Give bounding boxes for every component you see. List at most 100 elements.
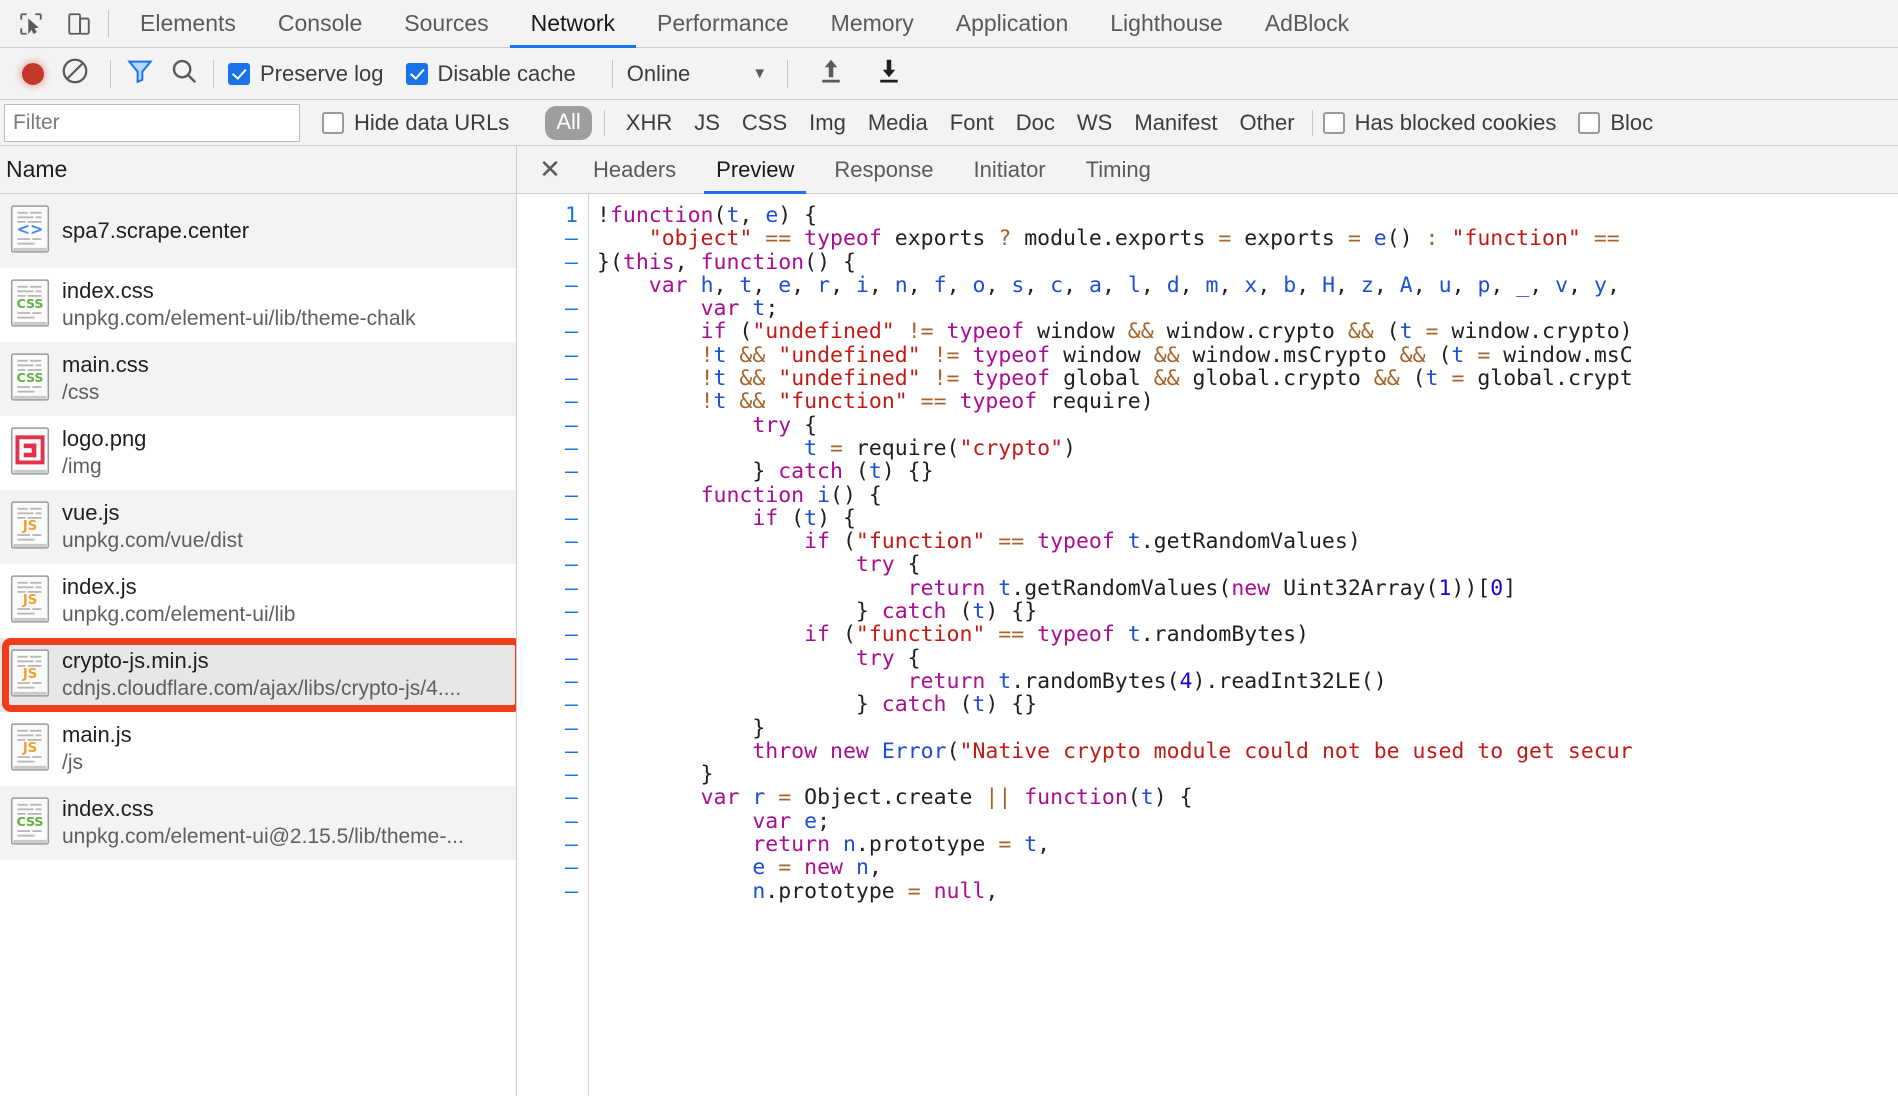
tab-timing[interactable]: Timing bbox=[1066, 146, 1171, 193]
table-row[interactable]: JS main.js/js bbox=[0, 712, 516, 786]
filter-input[interactable] bbox=[4, 103, 300, 142]
filter-type-font[interactable]: Font bbox=[939, 110, 1005, 136]
toolbar-divider bbox=[611, 59, 613, 88]
code-line: try { bbox=[752, 412, 818, 438]
js-file-icon: JS bbox=[10, 500, 50, 554]
code-line: !t && "undefined" != typeof global && gl… bbox=[700, 366, 1633, 392]
tab-memory[interactable]: Memory bbox=[810, 0, 935, 47]
tab-network[interactable]: Network bbox=[509, 0, 637, 48]
tab-application[interactable]: Application bbox=[935, 0, 1090, 47]
request-name: crypto-js.min.js bbox=[62, 648, 209, 673]
line-number: – bbox=[565, 319, 578, 345]
close-icon[interactable]: ✕ bbox=[527, 146, 573, 193]
blocked-requests-label: Bloc bbox=[1610, 109, 1654, 135]
device-toolbar-icon[interactable] bbox=[62, 7, 96, 41]
table-row[interactable]: CSS index.css unpkg.com/element-ui@2.15.5/… bbox=[0, 786, 516, 860]
line-number: – bbox=[565, 272, 578, 298]
request-path: cdnjs.cloudflare.com/ajax/libs/crypto-js… bbox=[62, 677, 462, 700]
request-list-header: Name bbox=[0, 146, 516, 194]
code-line: var r = Object.create || function(t) { bbox=[700, 785, 1193, 811]
filter-type-img[interactable]: Img bbox=[798, 110, 857, 136]
svg-text:JS: JS bbox=[22, 741, 37, 756]
inspect-element-icon[interactable] bbox=[14, 7, 48, 41]
request-text: main.js/js bbox=[62, 721, 132, 777]
checkbox-box bbox=[322, 111, 344, 134]
table-row[interactable]: logo.png/img bbox=[0, 416, 516, 490]
filter-type-xhr[interactable]: XHR bbox=[615, 110, 683, 136]
line-number: – bbox=[565, 389, 578, 415]
svg-text:JS: JS bbox=[22, 667, 37, 682]
checkbox-box bbox=[1578, 111, 1601, 134]
filter-type-other[interactable]: Other bbox=[1229, 110, 1306, 136]
hide-data-urls-checkbox[interactable]: Hide data URLs bbox=[322, 110, 509, 136]
code-line: return t.randomBytes(4).readInt32LE() bbox=[907, 668, 1387, 694]
search-icon[interactable] bbox=[169, 56, 199, 91]
request-text: spa7.scrape.center bbox=[62, 217, 249, 245]
line-number: 1 bbox=[565, 203, 578, 228]
svg-text:CSS: CSS bbox=[17, 814, 44, 829]
line-number: – bbox=[565, 552, 578, 578]
request-text: crypto-js.min.js cdnjs.cloudflare.com/aja… bbox=[62, 647, 461, 703]
tab-preview[interactable]: Preview bbox=[696, 146, 814, 194]
filter-type-manifest[interactable]: Manifest bbox=[1123, 110, 1228, 136]
tab-initiator[interactable]: Initiator bbox=[953, 146, 1065, 193]
filter-toggle-icon[interactable] bbox=[125, 56, 155, 91]
line-number: – bbox=[565, 482, 578, 508]
code-line: try { bbox=[855, 645, 921, 671]
table-row[interactable]: CSS index.css unpkg.com/element-ui/lib/the… bbox=[0, 268, 516, 342]
svg-text:JS: JS bbox=[22, 593, 37, 608]
svg-text:CSS: CSS bbox=[17, 296, 44, 311]
filter-divider bbox=[603, 109, 605, 136]
filter-type-css[interactable]: CSS bbox=[731, 110, 798, 136]
disable-cache-checkbox[interactable]: Disable cache bbox=[405, 61, 576, 87]
checkbox-box bbox=[1322, 111, 1345, 134]
code-line: !t && "undefined" != typeof window && wi… bbox=[700, 342, 1633, 368]
export-har-icon[interactable] bbox=[874, 56, 904, 91]
clear-button[interactable] bbox=[60, 56, 90, 91]
blocked-requests-checkbox[interactable]: Bloc bbox=[1578, 110, 1653, 136]
line-number: – bbox=[565, 599, 578, 625]
filter-type-ws[interactable]: WS bbox=[1066, 110, 1123, 136]
svg-text:JS: JS bbox=[22, 519, 37, 534]
line-number: – bbox=[565, 342, 578, 368]
line-number: – bbox=[565, 738, 578, 764]
table-row[interactable]: <> spa7.scrape.center bbox=[0, 194, 516, 268]
tab-adblock[interactable]: AdBlock bbox=[1244, 0, 1370, 47]
line-number: – bbox=[565, 622, 578, 648]
code-line: } bbox=[597, 715, 766, 741]
tab-sources[interactable]: Sources bbox=[383, 0, 509, 47]
filter-type-js[interactable]: JS bbox=[683, 110, 731, 136]
code-preview[interactable]: 1– – – – – – – – – – – – – – – – – – – – – – – – – – – – – !function… bbox=[517, 194, 1898, 1096]
line-number-gutter: 1– – – – – – – – – – – – – – – – – – – – – – – – – – – – – bbox=[517, 194, 589, 1096]
request-text: index.css unpkg.com/element-ui@2.15.5/lib… bbox=[62, 795, 464, 851]
tab-lighthouse[interactable]: Lighthouse bbox=[1089, 0, 1244, 47]
request-name: main.js bbox=[62, 722, 132, 747]
tab-response[interactable]: Response bbox=[814, 146, 953, 193]
code-line: "object" == typeof exports ? module.expo… bbox=[648, 226, 1620, 252]
request-name: index.css bbox=[62, 278, 154, 303]
table-row[interactable]: JS vue.js unpkg.com/vue/dist bbox=[0, 490, 516, 564]
import-har-icon[interactable] bbox=[816, 56, 846, 91]
preserve-log-checkbox[interactable]: Preserve log bbox=[228, 61, 384, 87]
table-row[interactable]: CSS main.css/css bbox=[0, 342, 516, 416]
tab-elements[interactable]: Elements bbox=[119, 0, 257, 47]
code-line: } catch (t) {} bbox=[597, 459, 934, 485]
has-blocked-cookies-checkbox[interactable]: Has blocked cookies bbox=[1322, 109, 1557, 136]
tab-performance[interactable]: Performance bbox=[636, 0, 810, 47]
has-blocked-cookies-label: Has blocked cookies bbox=[1354, 109, 1557, 135]
tab-console[interactable]: Console bbox=[257, 0, 383, 47]
line-number: – bbox=[565, 832, 578, 858]
filter-type-all[interactable]: All bbox=[545, 105, 592, 140]
filter-type-doc[interactable]: Doc bbox=[1005, 110, 1066, 136]
line-number: – bbox=[565, 855, 578, 881]
code-line: if (t) { bbox=[752, 505, 856, 531]
table-row[interactable]: JS crypto-js.min.js cdnjs.cloudflare.com/a… bbox=[0, 638, 516, 712]
js-file-icon: JS bbox=[10, 722, 50, 776]
throttling-select[interactable]: Online ▼ bbox=[627, 61, 773, 87]
request-list-pane: Name <> spa7.scrape.center CSS index.css un… bbox=[0, 146, 517, 1096]
tab-headers[interactable]: Headers bbox=[573, 146, 696, 193]
record-button[interactable] bbox=[22, 62, 44, 85]
filter-type-media[interactable]: Media bbox=[857, 110, 939, 136]
table-row[interactable]: JS index.js unpkg.com/element-ui/lib bbox=[0, 564, 516, 638]
line-number: – bbox=[565, 808, 578, 834]
